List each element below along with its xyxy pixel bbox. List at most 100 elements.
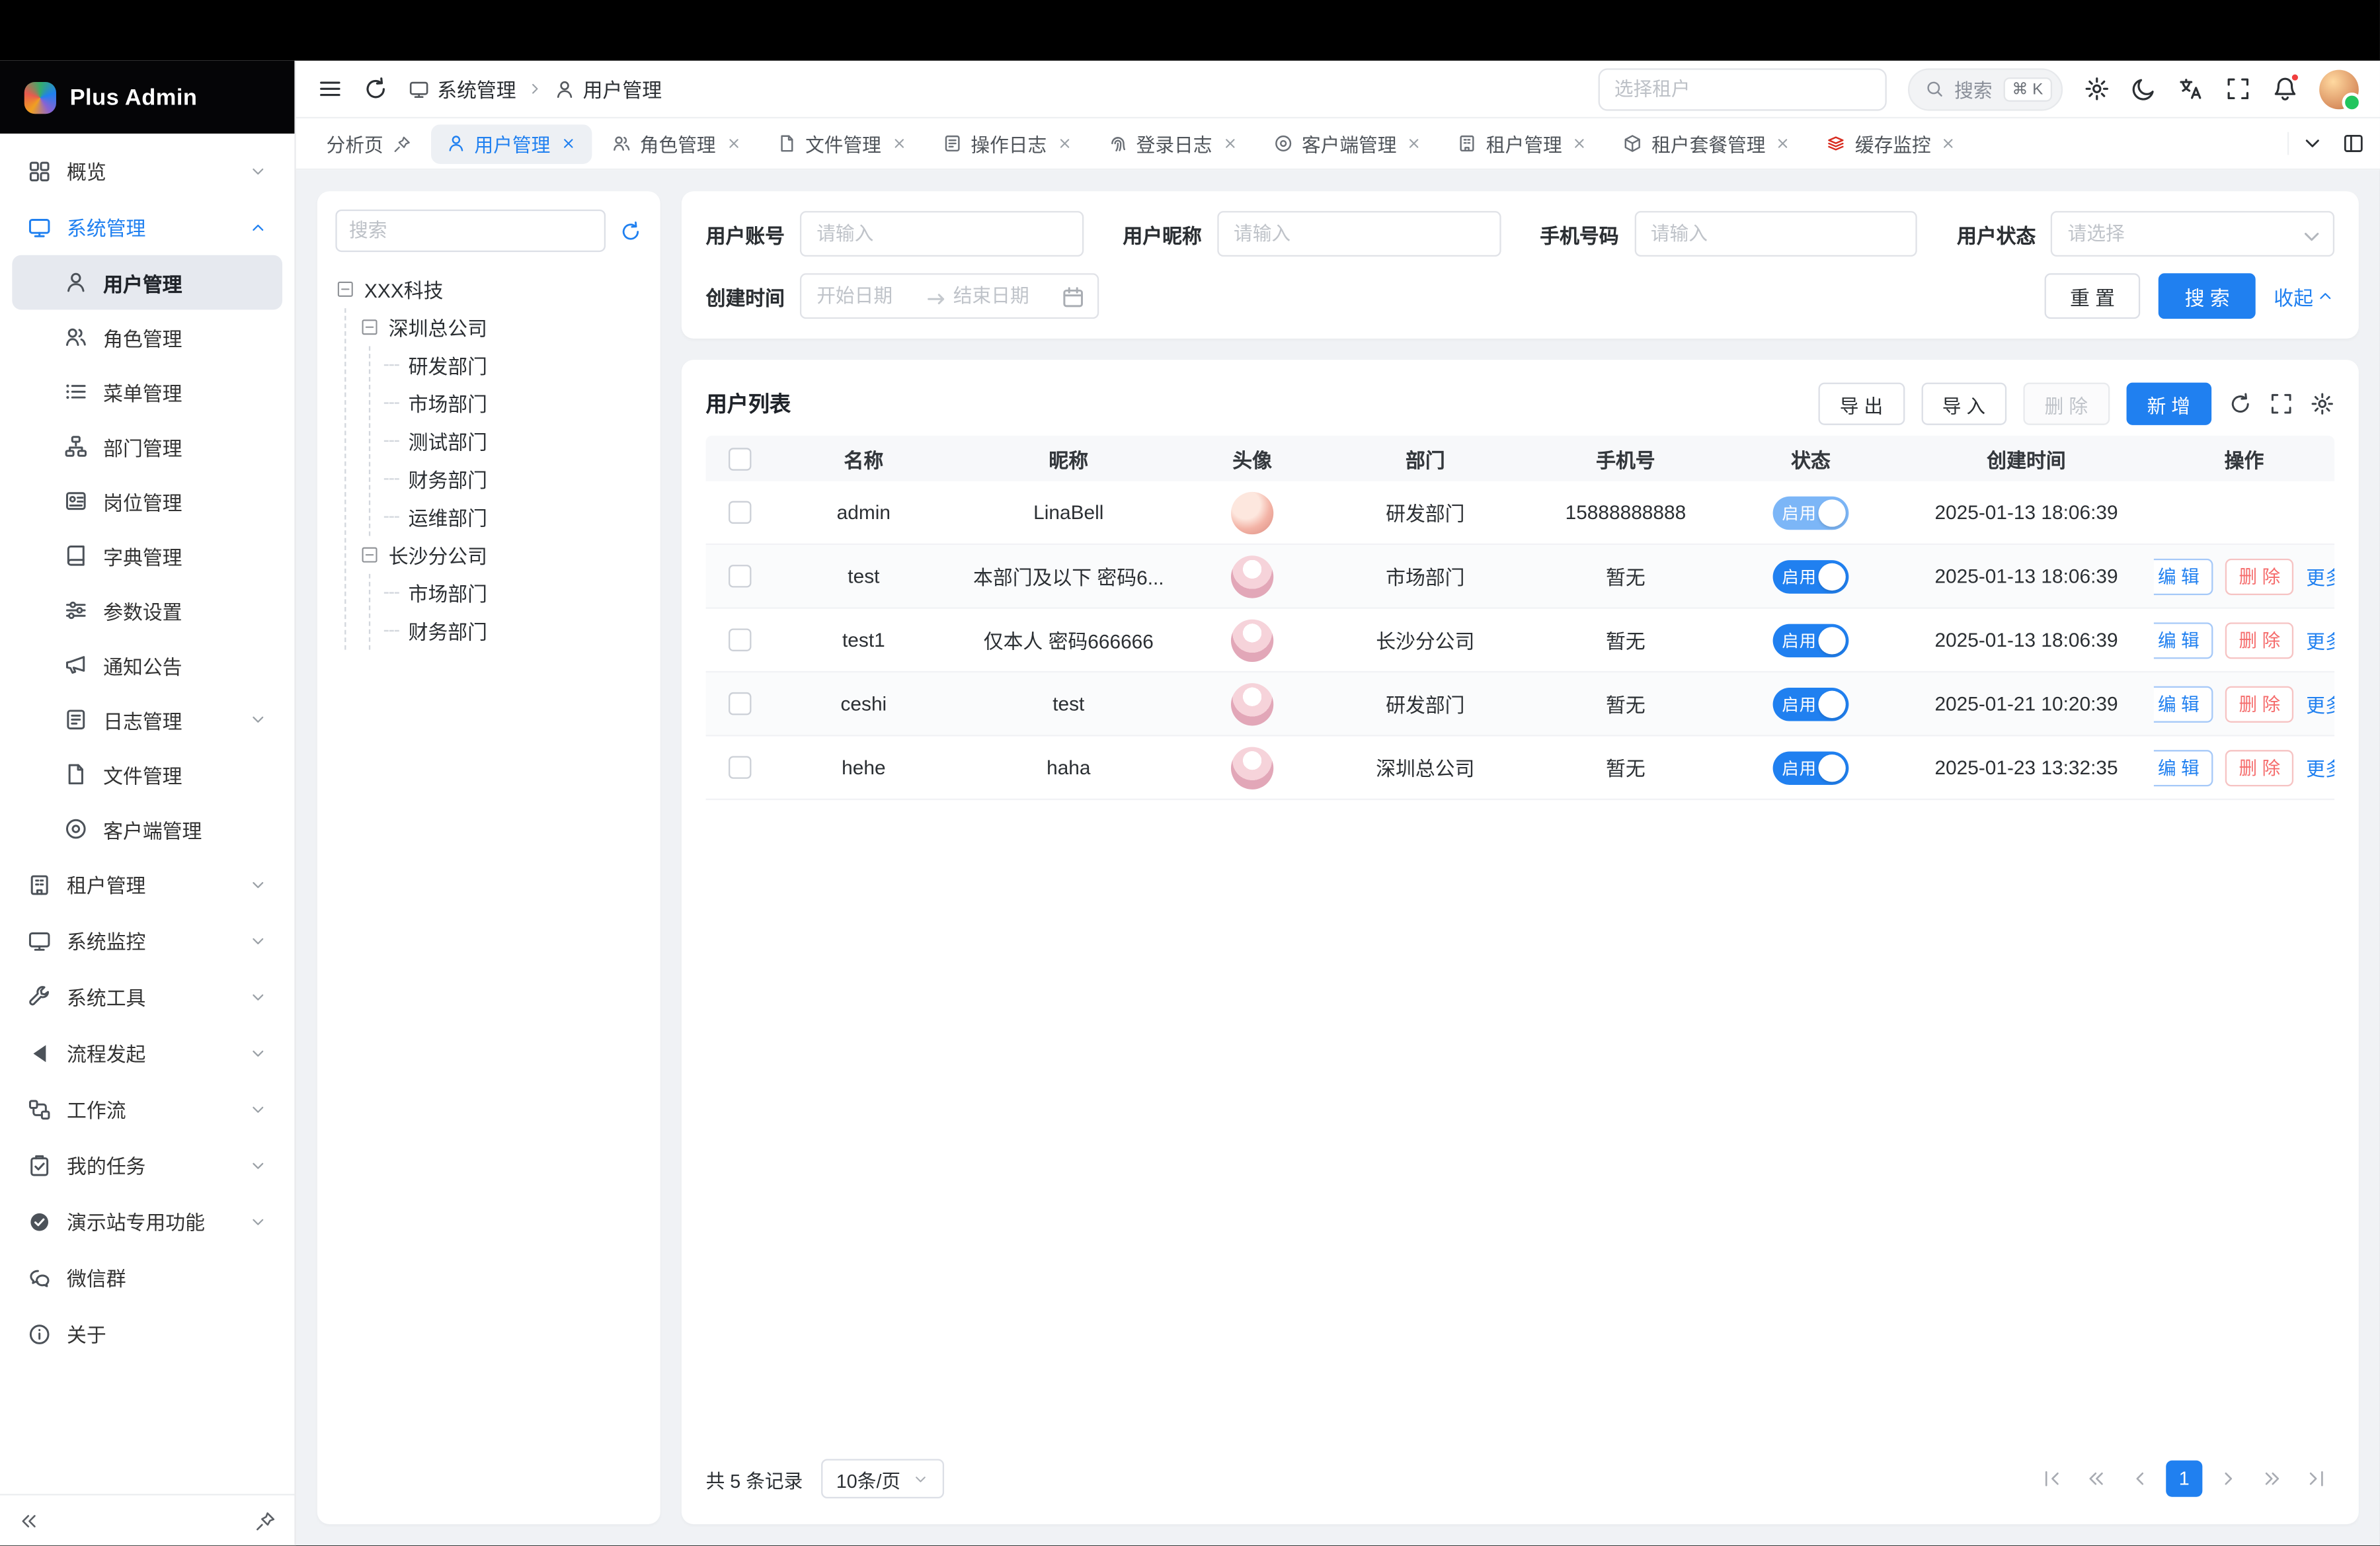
sidebar-item-dept-mgmt[interactable]: 部门管理 [12, 419, 282, 474]
end-date-input[interactable] [953, 286, 1052, 307]
tree-node[interactable]: 深圳总公司 [360, 308, 642, 346]
pagination-next-jump-button[interactable] [2254, 1461, 2290, 1497]
sidebar-item-user-mgmt[interactable]: 用户管理 [12, 255, 282, 310]
pagination-next-button[interactable] [2210, 1461, 2246, 1497]
sidebar-item-post-mgmt[interactable]: 岗位管理 [12, 473, 282, 528]
tab-close-cache-monitor[interactable] [1940, 135, 1957, 151]
table-row[interactable]: adminLinaBell研发部门15888888888启用2025-01-13… [706, 481, 2335, 545]
column-header[interactable]: 操作 [2154, 436, 2334, 481]
phone-input[interactable] [1651, 223, 1901, 244]
tab-list-dropdown-button[interactable] [2301, 132, 2324, 155]
tree-expander[interactable] [360, 317, 379, 337]
pagination-prev-button[interactable] [2122, 1461, 2159, 1497]
global-search-button[interactable]: 搜索 ⌘ K [1907, 67, 2063, 110]
tree-expander[interactable] [335, 279, 355, 299]
settings-button[interactable] [2084, 76, 2110, 102]
sidebar-item-about[interactable]: 关于 [12, 1305, 282, 1362]
tenant-select[interactable] [1598, 67, 1886, 110]
sidebar-toggle-button[interactable] [317, 76, 343, 102]
sidebar-item-menu-mgmt[interactable]: 菜单管理 [12, 364, 282, 419]
page-size-select[interactable]: 10条/页 [821, 1459, 945, 1498]
sidebar-item-tenant-mgmt[interactable]: 租户管理 [12, 856, 282, 913]
tab-client-mgmt[interactable]: 客户端管理 [1257, 124, 1437, 163]
table-refresh-button[interactable] [2228, 391, 2252, 416]
sidebar-item-wechat-group[interactable]: 微信群 [12, 1250, 282, 1306]
tab-close-tenant-mgmt[interactable] [1571, 135, 1588, 151]
pagination-current-page[interactable]: 1 [2166, 1461, 2202, 1497]
sidebar-item-workflow[interactable]: 工作流 [12, 1081, 282, 1137]
status-toggle[interactable]: 启用 [1773, 559, 1849, 593]
status-select[interactable] [2051, 211, 2334, 257]
tree-node[interactable]: 市场部门 [384, 574, 642, 612]
language-button[interactable] [2178, 76, 2204, 102]
sidebar-item-notice[interactable]: 通知公告 [12, 637, 282, 692]
table-row[interactable]: hehehaha深圳总公司暂无启用2025-01-23 13:32:35编 辑删… [706, 737, 2335, 800]
tab-role-mgmt[interactable]: 角色管理 [596, 124, 756, 163]
tree-node[interactable]: 运维部门 [384, 498, 642, 536]
column-header[interactable]: 名称 [773, 436, 955, 481]
edit-button[interactable]: 编 辑 [2154, 558, 2213, 594]
account-input[interactable] [816, 223, 1066, 244]
nickname-input[interactable] [1234, 223, 1484, 244]
table-fullscreen-button[interactable] [2269, 391, 2293, 416]
table-row[interactable]: ceshitest研发部门暂无启用2025-01-21 10:20:39编 辑删… [706, 672, 2335, 736]
reset-button[interactable]: 重 置 [2044, 273, 2141, 319]
pagination-last-button[interactable] [2298, 1461, 2334, 1497]
edit-button[interactable]: 编 辑 [2154, 749, 2213, 786]
export-button[interactable]: 导 出 [1819, 383, 1905, 425]
tab-user-mgmt[interactable]: 用户管理 [430, 124, 591, 163]
sidebar-item-flow-start[interactable]: 流程发起 [12, 1025, 282, 1081]
sidebar-item-log-mgmt[interactable]: 日志管理 [12, 692, 282, 747]
app-logo[interactable]: Plus Admin [0, 61, 294, 134]
sidebar-item-system-tools[interactable]: 系统工具 [12, 969, 282, 1025]
more-button[interactable]: 更多 [2306, 753, 2334, 782]
tree-node[interactable]: 财务部门 [384, 612, 642, 649]
tab-close-login-log[interactable] [1221, 135, 1238, 151]
row-checkbox[interactable] [728, 756, 750, 778]
delete-button[interactable]: 删 除 [2225, 749, 2294, 786]
more-button[interactable]: 更多 [2306, 626, 2334, 655]
tab-close-op-log[interactable] [1056, 135, 1072, 151]
tab-cache-monitor[interactable]: 缓存监控 [1811, 124, 1971, 163]
edit-button[interactable]: 编 辑 [2154, 686, 2213, 722]
table-row[interactable]: test本部门及以下 密码6...市场部门暂无启用2025-01-13 18:0… [706, 545, 2335, 608]
breadcrumb-item-system[interactable]: 系统管理 [409, 74, 516, 103]
tree-node[interactable]: 市场部门 [384, 384, 642, 422]
tree-node[interactable]: 研发部门 [384, 346, 642, 384]
row-checkbox[interactable] [728, 565, 750, 587]
pagination-prev-jump-button[interactable] [2078, 1461, 2114, 1497]
more-button[interactable]: 更多 [2306, 689, 2334, 718]
start-date-input[interactable] [816, 286, 915, 307]
tab-close-client-mgmt[interactable] [1406, 135, 1422, 151]
tree-node[interactable]: 测试部门 [384, 422, 642, 460]
sidebar-item-system-monitor[interactable]: 系统监控 [12, 913, 282, 969]
refresh-page-button[interactable] [363, 76, 389, 102]
delete-button[interactable]: 删 除 [2225, 558, 2294, 594]
tab-close-file-mgmt[interactable] [891, 135, 907, 151]
sidebar-item-demo-features[interactable]: 演示站专用功能 [12, 1194, 282, 1250]
pagination-first-button[interactable] [2034, 1461, 2071, 1497]
breadcrumb-item-user[interactable]: 用户管理 [554, 74, 662, 103]
dark-mode-button[interactable] [2131, 76, 2157, 102]
more-button[interactable]: 更多 [2306, 561, 2334, 590]
sidebar-item-client-mgmt[interactable]: 客户端管理 [12, 801, 282, 856]
column-header[interactable]: 头像 [1183, 436, 1322, 481]
column-header[interactable]: 部门 [1322, 436, 1528, 481]
sidebar-item-param-settings[interactable]: 参数设置 [12, 583, 282, 638]
tab-close-role-mgmt[interactable] [725, 135, 741, 151]
date-range-picker[interactable] [800, 273, 1099, 319]
user-avatar-menu[interactable] [2319, 69, 2359, 108]
tree-node[interactable]: 财务部门 [384, 460, 642, 498]
sidebar-item-overview[interactable]: 概览 [12, 143, 282, 199]
tree-node[interactable]: XXX科技 [335, 270, 642, 308]
status-toggle[interactable]: 启用 [1773, 496, 1849, 530]
column-header[interactable]: 手机号 [1528, 436, 1723, 481]
row-checkbox[interactable] [728, 501, 750, 524]
tab-login-log[interactable]: 登录日志 [1092, 124, 1253, 163]
import-button[interactable]: 导 入 [1921, 383, 2007, 425]
sidebar-item-dict-mgmt[interactable]: 字典管理 [12, 528, 282, 583]
sidebar-item-file-mgmt[interactable]: 文件管理 [12, 747, 282, 802]
notifications-button[interactable] [2272, 76, 2298, 102]
status-toggle[interactable]: 启用 [1773, 687, 1849, 721]
sidebar-item-system-mgmt[interactable]: 系统管理 [12, 199, 282, 255]
